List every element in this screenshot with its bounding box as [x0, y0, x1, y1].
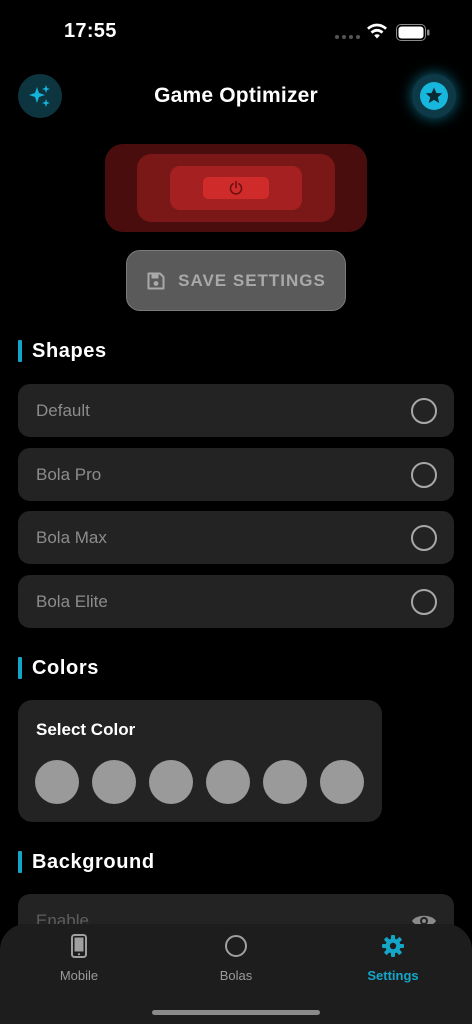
section-heading-shapes: Shapes: [18, 339, 107, 363]
save-settings-button[interactable]: SAVE SETTINGS: [126, 250, 346, 311]
shape-option-bola-pro[interactable]: Bola Pro: [18, 448, 454, 501]
section-accent-bar: [18, 340, 22, 362]
home-indicator: [152, 1010, 320, 1015]
status-bar: 17:55: [0, 0, 472, 64]
status-time: 17:55: [64, 20, 117, 42]
tab-mobile[interactable]: Mobile: [24, 932, 134, 983]
header: Game Optimizer: [0, 74, 472, 118]
cellular-signal-icon: [335, 35, 360, 39]
color-swatch[interactable]: [206, 760, 250, 804]
color-picker-card: Select Color: [18, 700, 382, 822]
tab-label-mobile: Mobile: [59, 968, 99, 983]
color-swatch[interactable]: [149, 760, 193, 804]
save-settings-label: SAVE SETTINGS: [178, 270, 326, 290]
tab-label-settings: Settings: [367, 968, 419, 983]
section-title-colors: Colors: [32, 656, 99, 679]
section-title-shapes: Shapes: [32, 339, 107, 362]
power-toggle-ring-inner: [170, 166, 302, 210]
section-title-background: Background: [32, 850, 155, 873]
battery-icon: [396, 24, 430, 41]
star-icon: [420, 82, 448, 110]
radio-button[interactable]: [411, 397, 437, 424]
shape-option-label: Bola Pro: [36, 464, 102, 484]
circle-icon: [225, 935, 247, 957]
wifi-icon: [367, 23, 387, 39]
shape-option-bola-elite[interactable]: Bola Elite: [18, 575, 454, 628]
save-icon: [147, 272, 165, 289]
tab-bolas[interactable]: Bolas: [181, 932, 291, 983]
app-screen: 17:55 Game Optimizer SAVE SETTINGS Shape…: [0, 0, 472, 1024]
color-swatch[interactable]: [263, 760, 307, 804]
power-icon: [229, 180, 243, 195]
power-toggle-ring-middle: [137, 154, 335, 222]
tab-settings[interactable]: Settings: [338, 932, 448, 983]
shape-option-label: Default: [36, 400, 90, 420]
power-toggle-core: [203, 177, 269, 199]
shape-option-default[interactable]: Default: [18, 384, 454, 437]
power-toggle-button[interactable]: [105, 144, 367, 232]
shape-option-label: Bola Max: [36, 527, 107, 547]
page-title: Game Optimizer: [154, 84, 318, 107]
color-swatches: [35, 760, 364, 804]
radio-button[interactable]: [411, 588, 437, 615]
shape-option-bola-max[interactable]: Bola Max: [18, 511, 454, 564]
tab-bar: Mobile Bolas Settings: [0, 924, 472, 1024]
gear-icon: [382, 935, 404, 957]
tab-icon-wrap: [381, 932, 405, 960]
shape-option-label: Bola Elite: [36, 591, 108, 611]
color-swatch[interactable]: [35, 760, 79, 804]
tab-icon-wrap: [224, 932, 248, 960]
phone-icon: [71, 934, 87, 958]
radio-button[interactable]: [411, 461, 437, 488]
section-accent-bar: [18, 657, 22, 679]
color-swatch[interactable]: [92, 760, 136, 804]
tab-icon-wrap: [71, 932, 87, 960]
color-swatch[interactable]: [320, 760, 364, 804]
color-picker-title: Select Color: [36, 720, 136, 739]
section-accent-bar: [18, 851, 22, 873]
radio-button[interactable]: [411, 524, 437, 551]
tab-label-bolas: Bolas: [219, 968, 253, 983]
premium-star-button[interactable]: [412, 74, 456, 118]
section-heading-colors: Colors: [18, 656, 99, 680]
section-heading-background: Background: [18, 850, 155, 874]
